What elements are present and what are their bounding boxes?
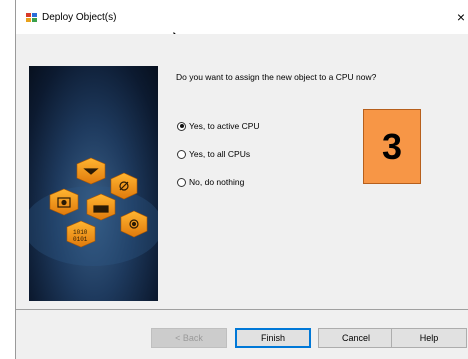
option-do-nothing-label: No, do nothing (189, 177, 245, 187)
assign-question: Do you want to assign the new object to … (176, 72, 377, 82)
finish-button[interactable]: Finish (235, 328, 311, 348)
option-active-cpu[interactable]: Yes, to active CPU (177, 119, 260, 133)
dialog-content: 1010 0101 Do you want to assign the new … (16, 34, 468, 309)
cancel-button[interactable]: Cancel (318, 328, 394, 348)
back-button[interactable]: < Back (151, 328, 227, 348)
radio-all-cpus[interactable] (177, 149, 186, 159)
radio-do-nothing[interactable] (177, 177, 186, 187)
deploy-dialog: Deploy Object(s) × 1010 0101 Do you want… (15, 0, 468, 359)
svg-text:0101: 0101 (73, 236, 88, 243)
radio-active-cpu[interactable] (177, 121, 186, 131)
svg-text:1010: 1010 (73, 229, 88, 236)
option-all-cpus[interactable]: Yes, to all CPUs (177, 147, 250, 161)
button-bar: < Back Finish Cancel Help (16, 310, 468, 359)
banner-graphic: 1010 0101 (29, 66, 158, 301)
help-button[interactable]: Help (391, 328, 467, 348)
option-all-cpus-label: Yes, to all CPUs (189, 149, 251, 159)
option-active-cpu-label: Yes, to active CPU (189, 121, 260, 131)
title-bar: Deploy Object(s) × (16, 0, 468, 34)
app-icon (26, 13, 37, 22)
window-title: Deploy Object(s) (42, 12, 117, 23)
close-button[interactable]: × (452, 8, 468, 26)
step-number-badge: 3 (363, 109, 421, 184)
option-do-nothing[interactable]: No, do nothing (177, 175, 244, 189)
